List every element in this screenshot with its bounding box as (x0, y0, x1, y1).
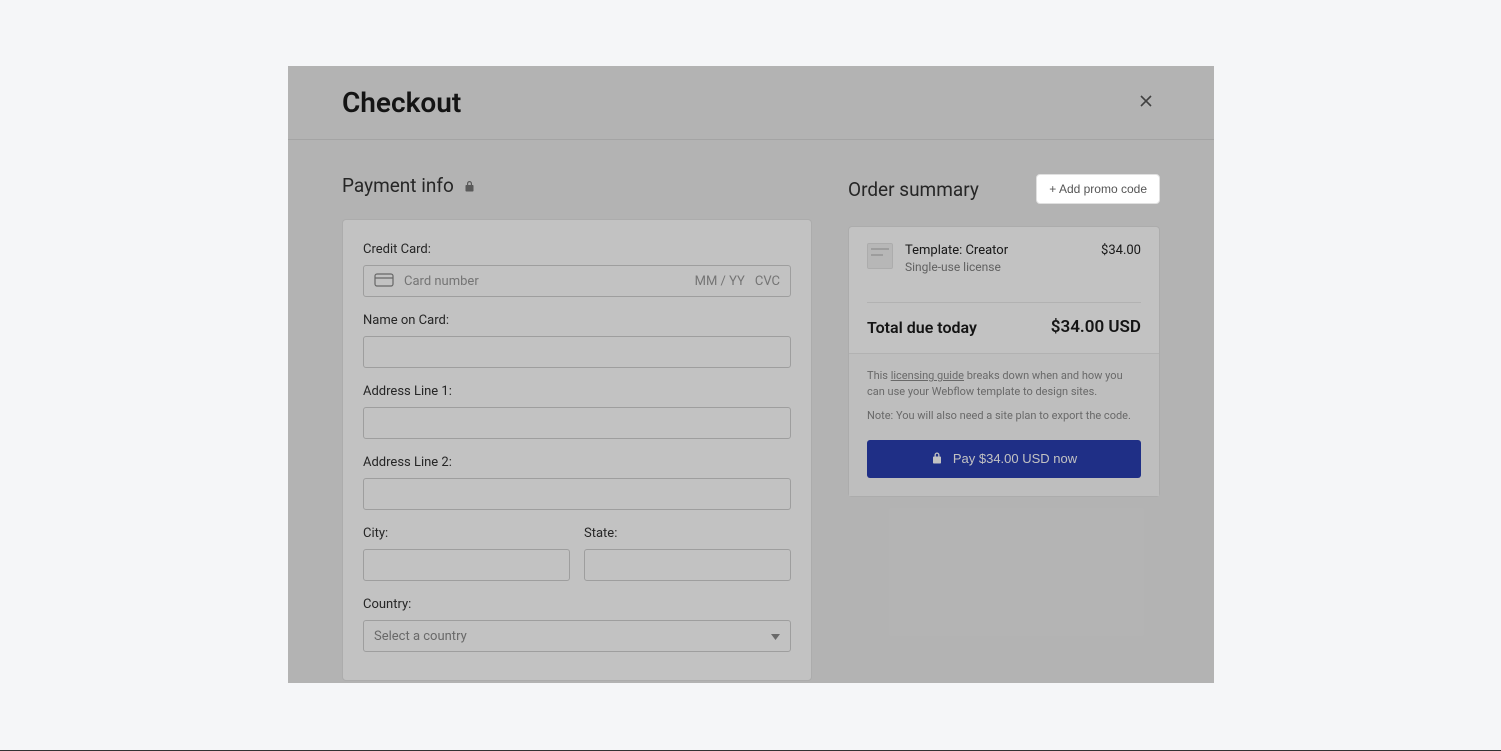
order-item: Template: Creator Single-use license $34… (867, 243, 1141, 288)
checkout-modal: Checkout Payment info Credit Card: (288, 66, 1214, 683)
card-exp-placeholder: MM / YY (695, 274, 745, 289)
modal-title: Checkout (342, 86, 461, 119)
country-select[interactable]: Select a country (363, 620, 791, 652)
total-value: $34.00 USD (1051, 317, 1141, 337)
lock-icon (931, 451, 943, 467)
name-on-card-input[interactable] (363, 336, 791, 368)
card-icon (374, 272, 394, 291)
item-subtext: Single-use license (905, 260, 1008, 274)
country-label: Country: (363, 597, 791, 612)
card-number-placeholder: Card number (404, 274, 685, 289)
payment-form: Credit Card: Card number MM / YY CVC Nam… (342, 219, 812, 681)
modal-body: Payment info Credit Card: Card number MM… (288, 140, 1214, 713)
add-promo-button[interactable]: + Add promo code (1036, 174, 1160, 204)
total-label: Total due today (867, 318, 977, 337)
city-input[interactable] (363, 549, 570, 581)
payment-section: Payment info Credit Card: Card number MM… (342, 174, 812, 681)
lock-icon (464, 174, 475, 197)
chevron-down-icon (771, 629, 780, 644)
item-thumbnail (867, 243, 893, 269)
credit-card-label: Credit Card: (363, 242, 791, 257)
total-row: Total due today $34.00 USD (849, 303, 1159, 353)
licensing-footnote: This licensing guide breaks down when an… (867, 368, 1141, 400)
summary-card: Template: Creator Single-use license $34… (848, 226, 1160, 497)
pay-button-label: Pay $34.00 USD now (953, 451, 1077, 466)
card-cvc-placeholder: CVC (755, 274, 780, 289)
item-price: $34.00 (1101, 243, 1141, 258)
payment-heading: Payment info (342, 174, 812, 197)
siteplan-footnote: Note: You will also need a site plan to … (867, 408, 1141, 424)
payment-heading-text: Payment info (342, 174, 454, 197)
state-input[interactable] (584, 549, 791, 581)
item-name: Template: Creator (905, 243, 1008, 258)
name-on-card-label: Name on Card: (363, 313, 791, 328)
pay-button[interactable]: Pay $34.00 USD now (867, 440, 1141, 478)
close-button[interactable] (1132, 89, 1160, 117)
state-label: State: (584, 526, 791, 541)
licensing-guide-link[interactable]: licensing guide (891, 369, 964, 382)
address1-input[interactable] (363, 407, 791, 439)
city-label: City: (363, 526, 570, 541)
country-select-placeholder: Select a country (374, 629, 467, 644)
address2-label: Address Line 2: (363, 455, 791, 470)
address2-input[interactable] (363, 478, 791, 510)
modal-header: Checkout (288, 66, 1214, 140)
close-icon (1138, 93, 1154, 112)
summary-heading: Order summary (848, 178, 979, 201)
card-input[interactable]: Card number MM / YY CVC (363, 265, 791, 297)
summary-section: Order summary + Add promo code Template:… (848, 174, 1160, 681)
address1-label: Address Line 1: (363, 384, 791, 399)
